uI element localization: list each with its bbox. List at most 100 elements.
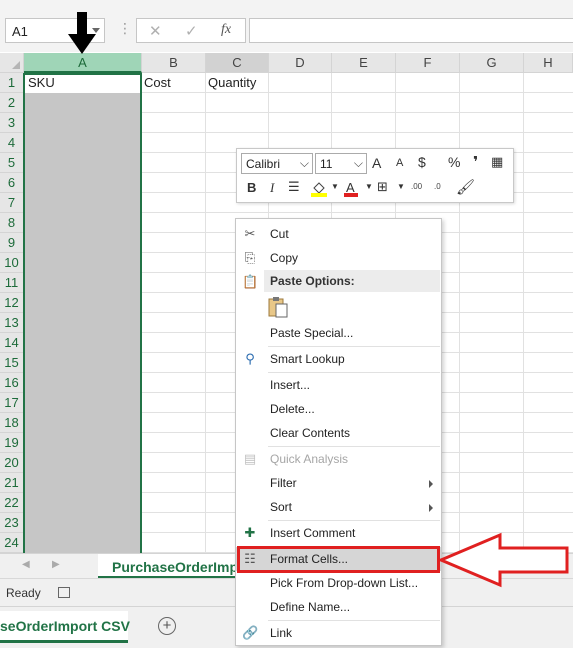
font-color-icon[interactable]: A [343, 180, 359, 197]
chevron-down-icon[interactable]: ▼ [331, 182, 339, 191]
column-header-e[interactable]: E [332, 53, 396, 73]
row-header[interactable]: 19 [0, 433, 24, 453]
tab-nav-prev-icon[interactable]: ◀ [22, 559, 30, 570]
bold-icon[interactable]: B [247, 180, 256, 195]
menu-item-cut[interactable]: ✂ Cut [236, 222, 441, 246]
row-header[interactable]: 12 [0, 293, 24, 313]
row-header[interactable]: 2 [0, 93, 24, 113]
column-header-d[interactable]: D [269, 53, 332, 73]
row-header[interactable]: 21 [0, 473, 24, 493]
row-header[interactable]: 1 [0, 73, 24, 93]
menu-item-link[interactable]: 🔗 Link [236, 621, 441, 645]
down-arrow-annotation [68, 12, 96, 54]
status-text: Ready [6, 586, 41, 600]
decrease-font-size-icon[interactable]: A [396, 157, 403, 169]
column-header-f[interactable]: F [396, 53, 460, 73]
menu-item-insert[interactable]: Insert... [236, 373, 441, 397]
smart-lookup-icon: ⚲ [245, 351, 255, 366]
row-header[interactable]: 9 [0, 233, 24, 253]
paste-icon[interactable] [267, 295, 289, 319]
menu-item-filter[interactable]: Filter [236, 471, 441, 495]
decrease-decimal-icon[interactable]: .0 [434, 182, 441, 191]
cancel-icon[interactable]: ✕ [149, 22, 162, 40]
enter-icon[interactable]: ✓ [185, 22, 198, 40]
font-name-select[interactable]: Calibri ⌵ [241, 153, 313, 174]
italic-icon[interactable]: I [270, 180, 274, 196]
format-as-table-icon[interactable]: ▦ [491, 154, 503, 170]
menu-item-clear-contents[interactable]: Clear Contents [236, 421, 441, 445]
row-header[interactable]: 10 [0, 253, 24, 273]
row-header[interactable]: 13 [0, 313, 24, 333]
paste-icon: 📋 [242, 274, 259, 289]
name-box-value: A1 [12, 24, 28, 39]
font-size-select[interactable]: 11 ⌵ [315, 153, 367, 174]
menu-label: Smart Lookup [270, 352, 345, 366]
increase-font-size-icon[interactable]: A [372, 155, 381, 171]
currency-format-icon[interactable]: $ [418, 154, 426, 170]
format-painter-icon[interactable]: 🖌 [456, 178, 475, 196]
menu-item-quick-analysis: ▤ Quick Analysis [236, 447, 441, 471]
menu-item-copy[interactable]: ⎘ Copy [236, 246, 441, 270]
row-header[interactable]: 4 [0, 133, 24, 153]
menu-item-sort[interactable]: Sort [236, 495, 441, 519]
insert-comment-icon: ✚ [244, 525, 256, 540]
column-header-h[interactable]: H [524, 53, 573, 73]
row-header[interactable]: 5 [0, 153, 24, 173]
row-header[interactable]: 22 [0, 493, 24, 513]
row-header[interactable]: 23 [0, 513, 24, 533]
align-center-icon[interactable]: ☰ [288, 179, 300, 195]
row-header[interactable]: 8 [0, 213, 24, 233]
cell-b1[interactable]: Cost [144, 75, 171, 90]
gridline [205, 73, 206, 553]
cell-c1[interactable]: Quantity [208, 75, 256, 90]
row-header[interactable]: 20 [0, 453, 24, 473]
chevron-down-icon[interactable]: ▼ [397, 182, 405, 191]
cell-a1[interactable]: SKU [28, 75, 55, 90]
formula-input[interactable] [249, 18, 573, 43]
bottom-sheet-tab[interactable]: seOrderImport CSV [0, 611, 130, 643]
red-arrow-annotation [438, 532, 569, 588]
row-header[interactable]: 6 [0, 173, 24, 193]
menu-item-pick-from-dropdown[interactable]: Pick From Drop-down List... [236, 571, 441, 595]
menu-item-delete[interactable]: Delete... [236, 397, 441, 421]
column-header-a[interactable]: A [24, 53, 142, 73]
row-header[interactable]: 24 [0, 533, 24, 553]
macro-record-icon[interactable] [58, 587, 70, 598]
menu-item-smart-lookup[interactable]: ⚲ Smart Lookup [236, 347, 441, 371]
chevron-down-icon[interactable]: ▼ [365, 182, 373, 191]
row-header[interactable]: 11 [0, 273, 24, 293]
select-all-button[interactable] [0, 53, 24, 73]
chevron-down-icon: ⌵ [299, 156, 309, 170]
row-header[interactable]: 3 [0, 113, 24, 133]
gridline [459, 73, 460, 553]
menu-label: Cut [270, 227, 289, 241]
row-header[interactable]: 17 [0, 393, 24, 413]
row-header[interactable]: 14 [0, 333, 24, 353]
percent-style-icon[interactable]: % [448, 154, 460, 170]
comma-style-icon[interactable]: ❜ [473, 153, 478, 171]
row-header[interactable]: 15 [0, 353, 24, 373]
add-sheet-icon[interactable]: + [158, 617, 176, 635]
menu-item-define-name[interactable]: Define Name... [236, 595, 441, 619]
column-header-b[interactable]: B [142, 53, 206, 73]
menu-label: Insert... [270, 378, 311, 392]
sheet-tab-active[interactable]: PurchaseOrderImpor [98, 554, 252, 579]
tab-nav-next-icon[interactable]: ▶ [52, 559, 60, 570]
fill-color-icon[interactable] [310, 180, 328, 197]
font-name-value: Calibri [246, 157, 281, 171]
row-header[interactable]: 16 [0, 373, 24, 393]
menu-label: Copy [270, 251, 299, 265]
copy-icon: ⎘ [244, 250, 256, 265]
insert-function-icon[interactable]: fx [221, 22, 231, 38]
menu-item-insert-comment[interactable]: ✚ Insert Comment [236, 521, 441, 545]
menu-label: Insert Comment [270, 526, 356, 540]
borders-icon[interactable]: ⊞ [377, 179, 388, 195]
menu-label: Link [270, 626, 293, 640]
increase-decimal-icon[interactable]: .00 [411, 182, 422, 191]
column-header-c[interactable]: C [206, 53, 269, 73]
column-header-g[interactable]: G [460, 53, 524, 73]
submenu-arrow-icon [429, 480, 433, 488]
row-header[interactable]: 7 [0, 193, 24, 213]
row-header[interactable]: 18 [0, 413, 24, 433]
menu-item-paste-special[interactable]: Paste Special... [236, 321, 441, 345]
